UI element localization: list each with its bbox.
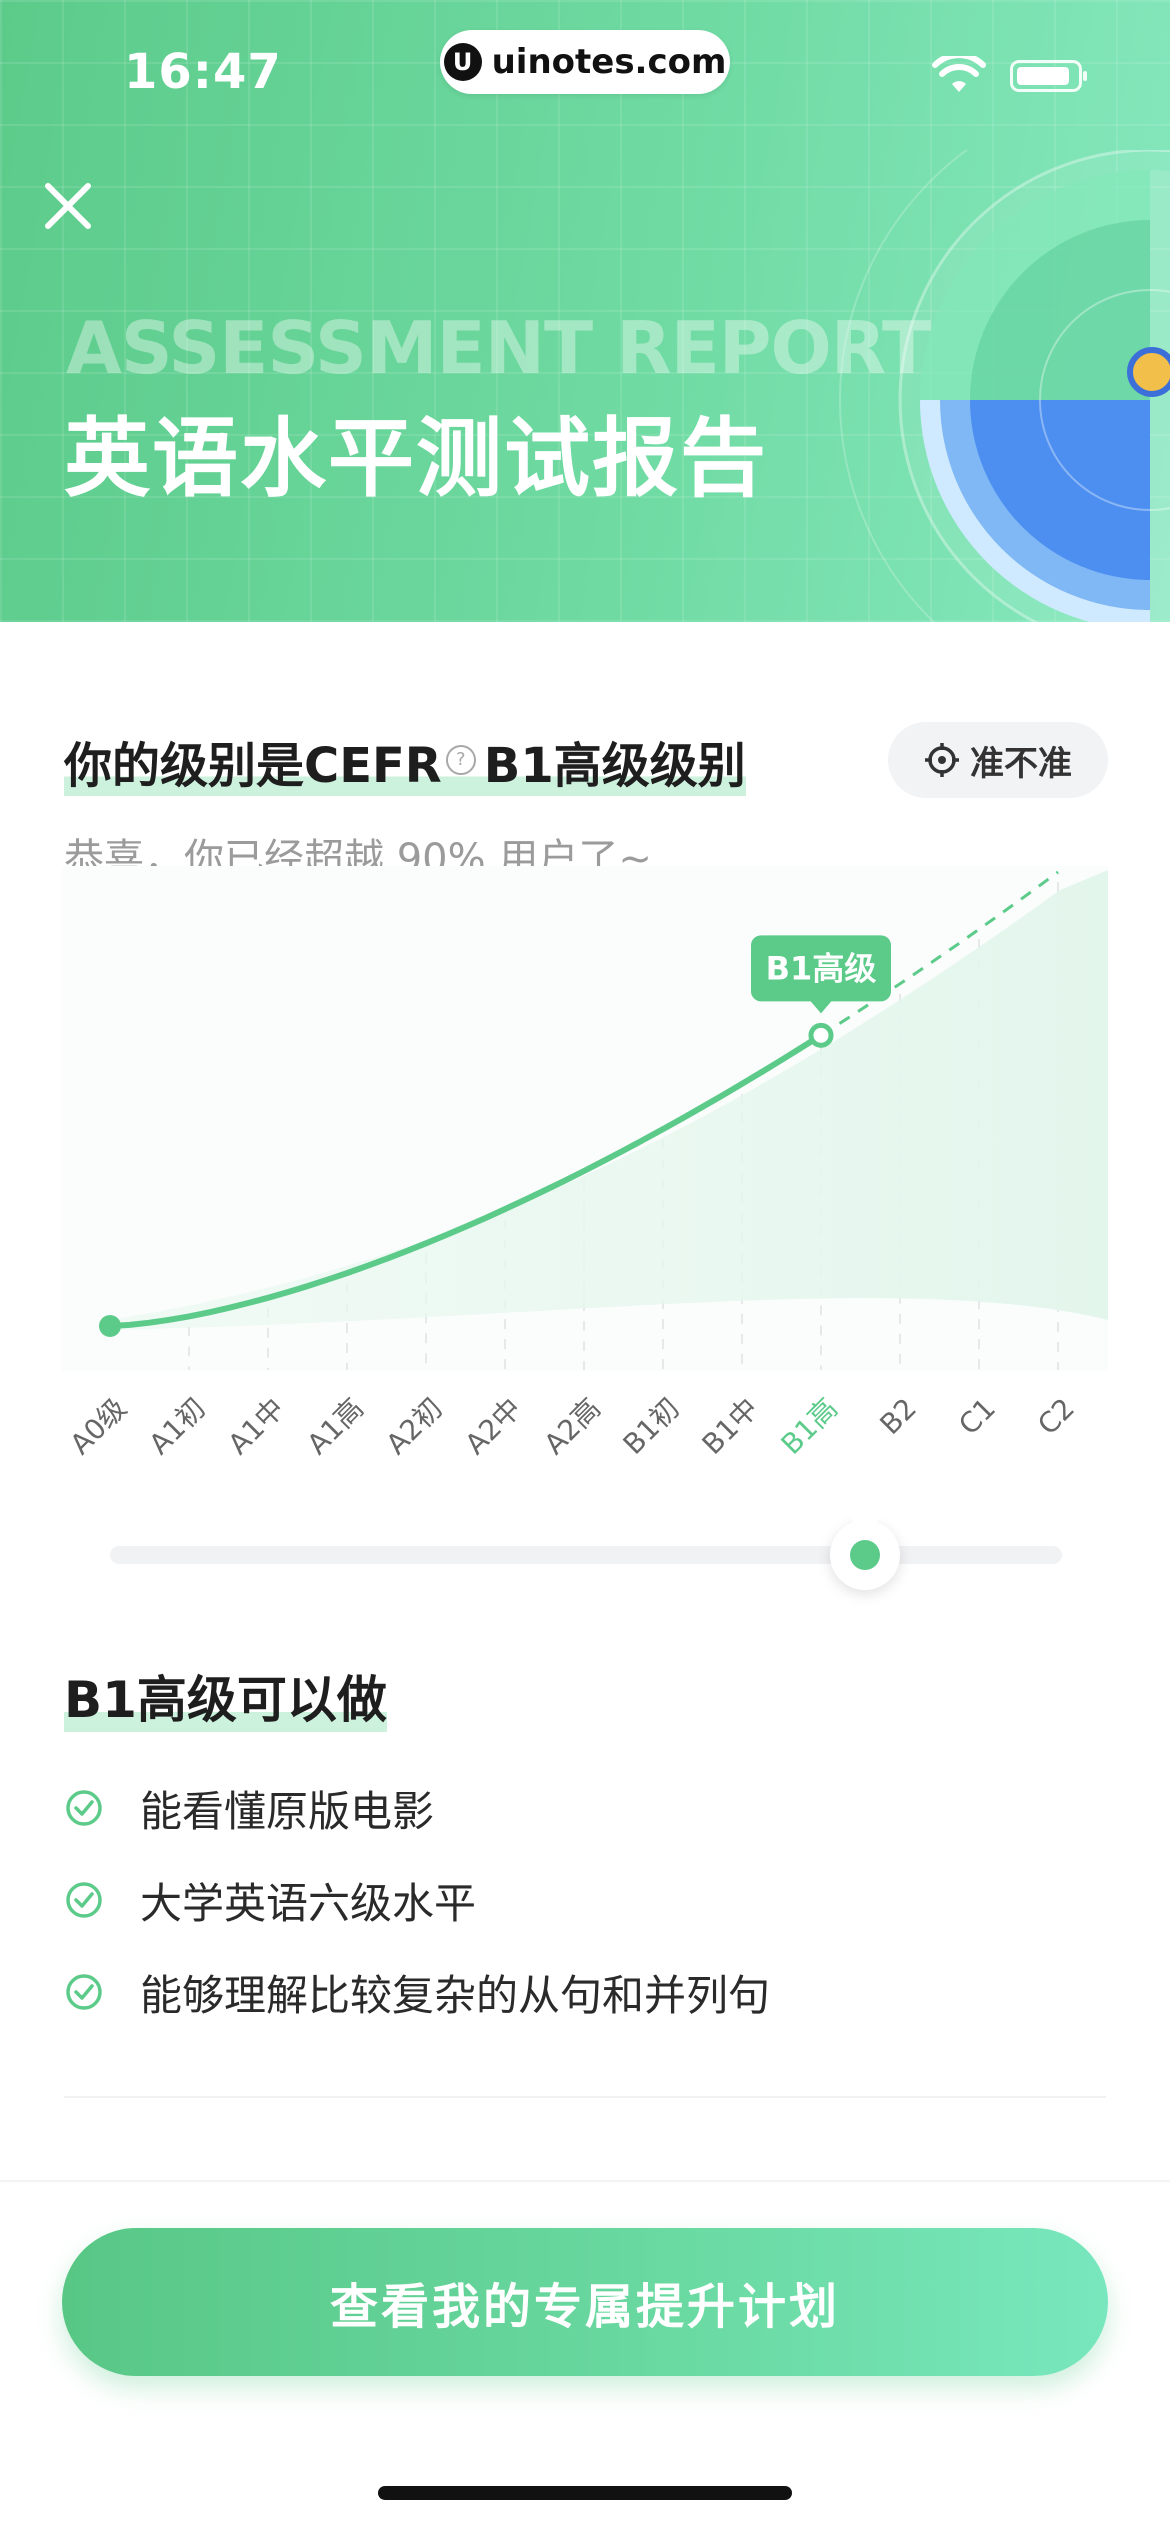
battery-icon	[1010, 60, 1087, 92]
x-tick-label: B1高	[775, 1392, 844, 1461]
level-title-suffix: B1高级级别	[483, 738, 746, 794]
x-tick-label: C1	[952, 1392, 1002, 1442]
x-tick-label: A2初	[380, 1392, 449, 1461]
status-time: 16:47	[124, 44, 282, 100]
section-divider	[64, 2096, 1106, 2098]
list-item: 大学英语六级水平	[64, 1854, 1104, 1946]
x-tick-label: A1初	[143, 1392, 212, 1461]
cta-label: 查看我的专属提升计划	[329, 2279, 840, 2335]
x-tick-label: A0级	[64, 1392, 133, 1461]
cando-list: 能看懂原版电影 大学英语六级水平 能够理解比较复杂的从句和并列句	[64, 1762, 1104, 2038]
page-title: 英语水平测试报告	[64, 409, 768, 509]
list-item: 能看懂原版电影	[64, 1762, 1104, 1854]
url-pill[interactable]: U uinotes.com	[440, 30, 730, 94]
close-icon[interactable]	[40, 178, 96, 234]
x-tick-label: A2中	[459, 1392, 528, 1461]
x-tick-label: B1中	[696, 1392, 765, 1461]
cando-item-text: 能看懂原版电影	[140, 1786, 435, 1836]
x-tick-label: B1初	[617, 1392, 686, 1461]
check-circle-icon	[66, 1790, 102, 1826]
crosshair-icon	[925, 743, 959, 777]
home-indicator	[378, 2486, 792, 2500]
level-curve-chart: B1高级 A0级 A1初 A1中 A1高 A2初 A2中 A2高 B1初 B1中 B1高 B2 C1 C…	[62, 866, 1108, 1461]
accuracy-button-label: 准不准	[970, 743, 1072, 784]
current-level-tooltip-label: B1高级	[766, 949, 877, 987]
check-circle-icon	[66, 1974, 102, 2010]
level-title: 你的级别是CEFR? B1高级级别	[64, 726, 746, 796]
cando-item-text: 能够理解比较复杂的从句和并列句	[140, 1970, 771, 2020]
header-subtitle-en: ASSESSMENT REPORT	[66, 306, 931, 390]
view-improvement-plan-button[interactable]: 查看我的专属提升计划	[62, 2228, 1108, 2376]
cando-title: B1高级可以做	[64, 1660, 387, 1732]
url-text: uinotes.com	[491, 42, 727, 82]
wifi-icon	[932, 56, 986, 92]
accuracy-button[interactable]: 准不准	[888, 722, 1108, 798]
footer-divider	[0, 2180, 1170, 2182]
x-tick-label: A2高	[538, 1392, 607, 1461]
site-logo-icon: U	[443, 43, 482, 81]
cando-item-text: 大学英语六级水平	[140, 1878, 477, 1928]
x-tick-label: B2	[873, 1392, 923, 1442]
list-item: 能够理解比较复杂的从句和并列句	[64, 1946, 1104, 2038]
help-icon[interactable]: ?	[445, 745, 476, 775]
check-circle-icon	[66, 1882, 102, 1918]
level-slider-track[interactable]	[110, 1546, 1062, 1564]
report-header: 16:47 U uinotes.com ASSESSMENT REPORT 英语…	[0, 0, 1170, 622]
status-bar: 16:47 U uinotes.com	[0, 0, 1170, 150]
start-point	[99, 1315, 121, 1337]
current-level-point	[808, 1022, 834, 1048]
x-tick-label: A1中	[222, 1392, 291, 1461]
level-title-prefix: 你的级别是CEFR	[64, 738, 442, 794]
x-tick-label: A1高	[301, 1392, 370, 1461]
x-tick-label: C2	[1031, 1392, 1081, 1442]
level-slider-handle[interactable]	[830, 1520, 900, 1590]
